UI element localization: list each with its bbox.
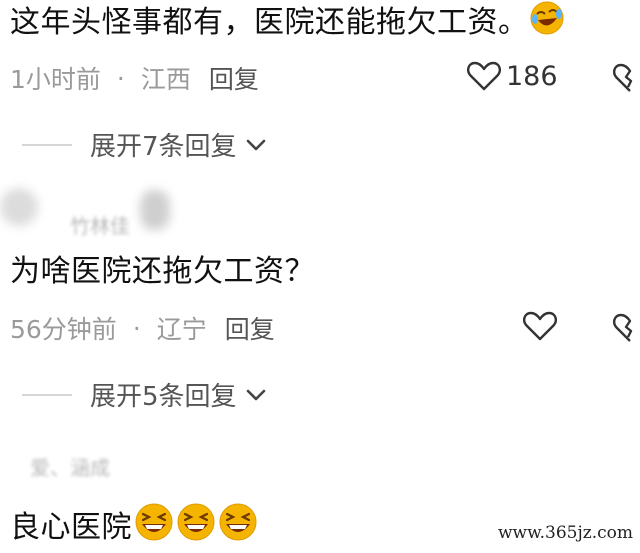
comment-2-username: 竹林佳: [70, 214, 130, 238]
comment-1-meta: 1小时前 · 江西 回复: [10, 60, 259, 96]
divider-line: [22, 143, 72, 146]
comment-1-like-count: 186: [506, 60, 558, 92]
comment-1-text-row: 这年头怪事都有，医院还能拖欠工资。: [10, 0, 565, 47]
broken-heart-icon: [612, 62, 640, 94]
comment-2-avatar: [0, 188, 38, 226]
grinning-squint-emoji: [134, 502, 174, 553]
heart-icon: [522, 310, 558, 342]
grinning-squint-emoji: [176, 502, 216, 553]
watermark: www.365jz.com: [498, 523, 633, 543]
grinning-squint-emoji: [218, 502, 258, 553]
comment-2-location: 辽宁: [156, 315, 207, 344]
meta-dot: ·: [116, 63, 125, 93]
comment-2-blur-smudge: [140, 190, 170, 230]
meta-dot: ·: [132, 313, 141, 343]
heart-icon: [466, 60, 502, 92]
comment-3-text-row: 良心医院: [10, 502, 258, 553]
comment-2-expand-label: 展开5条回复: [90, 382, 237, 412]
comment-3-text: 良心医院: [10, 509, 132, 545]
comment-2-expand-replies[interactable]: 展开5条回复: [22, 376, 267, 413]
comment-2-time: 56分钟前: [10, 315, 117, 344]
comment-1-like-button[interactable]: 186: [466, 60, 558, 92]
chevron-down-icon: [245, 387, 267, 403]
comment-3-username: 爱、涵成: [30, 456, 110, 480]
comment-2-dislike-button[interactable]: [612, 312, 640, 348]
comment-1-text: 这年头怪事都有，医院还能拖欠工资。: [10, 5, 529, 40]
comment-2-meta: 56分钟前 · 辽宁 回复: [10, 310, 275, 346]
comment-2-text: 为啥医院还拖欠工资？: [10, 254, 315, 289]
comment-1-time: 1小时前: [10, 65, 101, 94]
comment-2-like-button[interactable]: [522, 310, 558, 346]
chevron-down-icon: [245, 137, 267, 153]
broken-heart-icon: [612, 312, 640, 344]
comment-1-dislike-button[interactable]: [612, 62, 640, 98]
comment-2-reply-button[interactable]: 回复: [225, 310, 275, 346]
divider-line: [22, 393, 72, 396]
rolling-laughing-emoji: [529, 0, 565, 47]
comment-1-expand-label: 展开7条回复: [90, 132, 237, 162]
comment-1-expand-replies[interactable]: 展开7条回复: [22, 126, 267, 163]
comment-1-location: 江西: [140, 65, 191, 94]
comment-1-reply-button[interactable]: 回复: [209, 60, 259, 96]
